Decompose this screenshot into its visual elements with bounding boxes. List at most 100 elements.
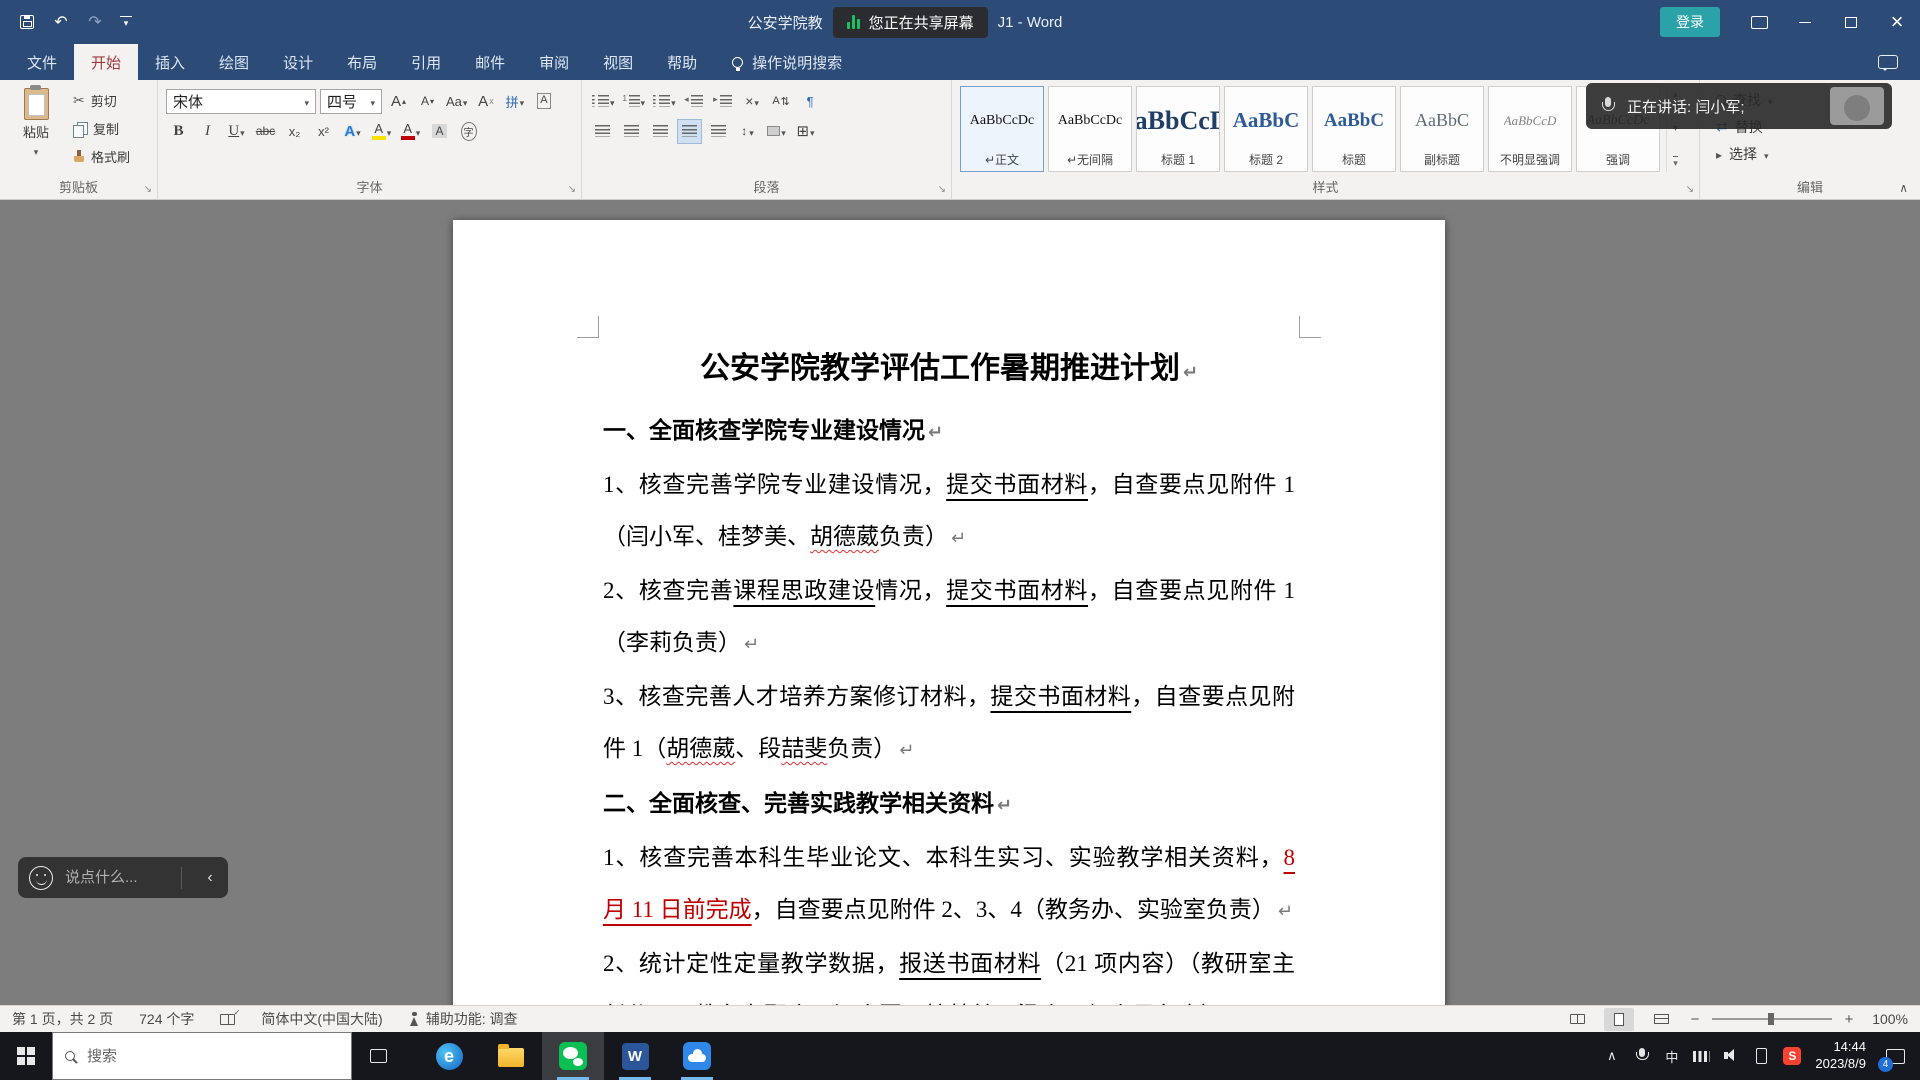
tab-邮件[interactable]: 邮件 [458, 44, 522, 80]
borders-button[interactable] [793, 119, 818, 144]
highlight-color-button[interactable] [369, 119, 394, 144]
accessibility-status[interactable]: 辅助功能: 调查 [409, 1009, 518, 1029]
emoji-icon[interactable] [29, 866, 53, 890]
word-count[interactable]: 724 个字 [139, 1009, 194, 1029]
phone-link-icon[interactable] [1753, 1046, 1770, 1066]
paragraph[interactable]: 1、核查完善本科生毕业论文、本科生实习、实验教学相关资料，8 月 11 日前完成… [603, 832, 1295, 938]
style-item[interactable]: AaBbC标题 2 [1224, 86, 1308, 172]
zoom-slider[interactable] [1712, 1018, 1832, 1020]
font-name-combo[interactable]: 宋体 [166, 89, 316, 114]
collapse-chat-icon[interactable] [192, 869, 228, 887]
align-left-button[interactable] [590, 119, 615, 144]
taskbar-app-word[interactable] [604, 1032, 666, 1080]
justify-button[interactable] [677, 119, 702, 144]
taskbar-app-file-explorer[interactable] [480, 1032, 542, 1080]
style-item[interactable]: AaBbCcD不明显强调 [1488, 86, 1572, 172]
multilevel-list-button[interactable] [651, 89, 678, 114]
style-item[interactable]: AaBbC标题 [1312, 86, 1396, 172]
close-button[interactable] [1874, 0, 1920, 44]
text-effects-button[interactable] [340, 119, 365, 144]
tab-布局[interactable]: 布局 [330, 44, 394, 80]
tab-视图[interactable]: 视图 [586, 44, 650, 80]
web-layout-button[interactable] [1646, 1008, 1676, 1031]
print-layout-button[interactable] [1604, 1008, 1634, 1031]
zoom-level[interactable]: 100% [1866, 1011, 1908, 1027]
volume-icon[interactable] [1723, 1046, 1740, 1066]
language-indicator[interactable]: 简体中文(中国大陆) [261, 1009, 382, 1029]
save-icon[interactable] [18, 13, 36, 31]
comments-button[interactable] [1856, 44, 1920, 80]
sogou-icon[interactable] [1783, 1047, 1801, 1065]
paste-button[interactable]: 粘贴 [8, 86, 64, 169]
paragraph[interactable]: 3、核查完善人才培养方案修订材料，提交书面材料，自查要点见附件 1（胡德葳、段喆… [603, 671, 1295, 777]
format-painter-button[interactable]: 格式刷 [70, 144, 133, 169]
phonetic-guide-button[interactable] [502, 89, 527, 114]
signin-button[interactable]: 登录 [1660, 7, 1720, 37]
taskbar-app-cloud-docs[interactable] [666, 1032, 728, 1080]
paragraph[interactable]: 2、核查完善课程思政建设情况，提交书面材料，自查要点见附件 1（李莉负责）↵ [603, 565, 1295, 671]
decrease-indent-button[interactable] [682, 89, 707, 114]
taskbar-app-wechat[interactable] [542, 1032, 604, 1080]
font-color-button[interactable] [398, 119, 423, 144]
start-button[interactable] [0, 1032, 52, 1080]
proofing-status[interactable] [220, 1014, 235, 1025]
bullets-button[interactable] [590, 89, 617, 114]
taskbar-search[interactable] [52, 1032, 352, 1080]
page-indicator[interactable]: 第 1 页，共 2 页 [12, 1009, 113, 1029]
show-hide-marks-button[interactable] [798, 89, 823, 114]
shrink-font-button[interactable] [415, 89, 440, 114]
grow-font-button[interactable] [386, 89, 411, 114]
document-title[interactable]: 公安学院教学评估工作暑期推进计划↵ [603, 338, 1295, 404]
gallery-more-icon[interactable] [1673, 156, 1678, 169]
screen-share-toast[interactable]: 您正在共享屏幕 [833, 7, 988, 38]
underline-button[interactable] [224, 119, 249, 144]
change-case-button[interactable] [444, 89, 469, 114]
shading-button[interactable] [764, 119, 789, 144]
character-border-button[interactable] [531, 89, 556, 114]
style-item[interactable]: AaBbCcDc↵无间隔 [1048, 86, 1132, 172]
subscript-button[interactable] [282, 119, 307, 144]
zoom-slider-thumb[interactable] [1768, 1013, 1774, 1025]
page[interactable]: 公安学院教学评估工作暑期推进计划↵一、全面核查学院专业建设情况↵1、核查完善学院… [453, 220, 1445, 1005]
zoom-in-button[interactable]: + [1842, 1011, 1856, 1028]
read-mode-button[interactable] [1562, 1008, 1592, 1031]
hidden-icons-icon[interactable] [1603, 1046, 1620, 1066]
tab-文件[interactable]: 文件 [10, 44, 74, 80]
microphone-icon[interactable] [1633, 1046, 1650, 1066]
tab-帮助[interactable]: 帮助 [650, 44, 714, 80]
dialog-launcher-icon[interactable] [938, 184, 946, 195]
dialog-launcher-icon[interactable] [568, 184, 576, 195]
strikethrough-button[interactable] [253, 119, 278, 144]
clock[interactable]: 14:44 2023/8/9 [1815, 1039, 1866, 1073]
increase-indent-button[interactable] [711, 89, 736, 114]
network-icon[interactable] [1693, 1051, 1710, 1062]
align-right-button[interactable] [648, 119, 673, 144]
copy-button[interactable]: 复制 [70, 116, 133, 141]
tell-me-search[interactable]: 操作说明搜索 [714, 44, 860, 80]
tab-审阅[interactable]: 审阅 [522, 44, 586, 80]
superscript-button[interactable] [311, 119, 336, 144]
bold-button[interactable] [166, 119, 191, 144]
chat-input[interactable] [63, 868, 171, 887]
zoom-out-button[interactable]: − [1688, 1011, 1702, 1028]
sort-button[interactable] [769, 89, 794, 114]
style-item[interactable]: AaBbCcDc↵正文 [960, 86, 1044, 172]
notification-center-button[interactable]: 4 [1880, 1041, 1910, 1071]
numbering-button[interactable] [621, 89, 648, 114]
paragraph[interactable]: 一、全面核查学院专业建设情况↵ [603, 404, 1295, 459]
cut-button[interactable]: 剪切 [70, 88, 133, 113]
select-button[interactable]: 选择 [1716, 140, 1912, 167]
taskbar-app-edge[interactable] [418, 1032, 480, 1080]
tab-插入[interactable]: 插入 [138, 44, 202, 80]
paragraph[interactable]: 1、核查完善学院专业建设情况，提交书面材料，自查要点见附件 1（闫小军、桂梦美、… [603, 459, 1295, 565]
dialog-launcher-icon[interactable] [144, 184, 152, 195]
distribute-button[interactable] [706, 119, 731, 144]
clear-formatting-button[interactable] [473, 89, 498, 114]
tab-开始[interactable]: 开始 [74, 44, 138, 80]
dialog-launcher-icon[interactable] [1686, 184, 1694, 195]
redo-icon[interactable] [86, 13, 104, 31]
paragraph[interactable]: 2、统计定性定量教学数据，报送书面材料（21 项内容）（教研室主任分工、教务办配… [603, 938, 1295, 1005]
asian-layout-button[interactable] [740, 89, 765, 114]
search-input[interactable] [85, 1047, 305, 1066]
ribbon-display-options-button[interactable] [1736, 0, 1782, 44]
